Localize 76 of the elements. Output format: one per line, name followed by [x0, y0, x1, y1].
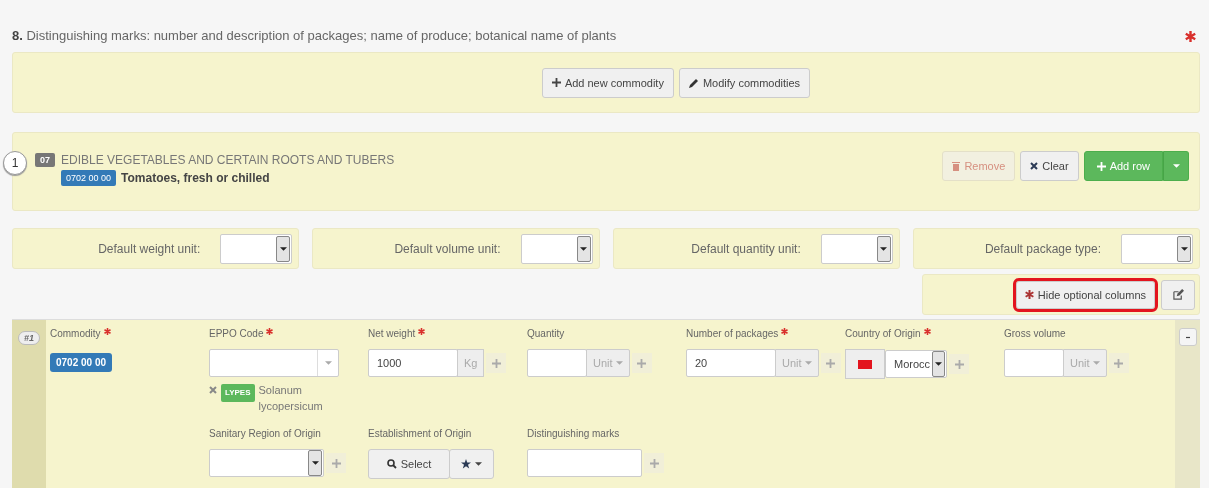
favorites-dropdown[interactable]: [449, 449, 494, 479]
row-number: #1: [18, 331, 40, 345]
toolbar-button[interactable]: Modify commodities: [678, 67, 811, 98]
field-label: Sanitary Region of Origin: [209, 428, 321, 441]
input-field[interactable]: [527, 449, 642, 477]
commodity-number: 1: [3, 151, 27, 175]
field-label: Country of Origin: [845, 328, 921, 341]
plus-icon: [331, 458, 341, 468]
remove-icon[interactable]: [209, 386, 217, 394]
unit-addon: Kg: [457, 349, 485, 377]
caret-icon: [1180, 246, 1188, 251]
caret-icon: [615, 361, 623, 365]
input-field[interactable]: [1004, 349, 1064, 377]
eppo-tag: LYPES: [221, 384, 255, 402]
chapter-title: EDIBLE VEGETABLES AND CERTAIN ROOTS AND TUBERS: [61, 153, 395, 167]
select-field[interactable]: [220, 233, 293, 264]
field-label: Net weight: [368, 328, 416, 341]
select-button[interactable]: Select: [368, 449, 450, 479]
commodity-code-badge: 0702 00 00: [61, 170, 117, 186]
net-weight-field[interactable]: 1000: [368, 349, 458, 377]
caret-icon: [1172, 164, 1180, 168]
caret-icon: [279, 246, 287, 251]
field-label: Establishment of Origin: [368, 428, 472, 441]
plant-name: Solanum lycopersicum: [258, 383, 324, 414]
plus-icon: [1096, 161, 1106, 171]
add-row-dropdown[interactable]: [1163, 151, 1189, 181]
clear-button[interactable]: Clear: [1020, 151, 1079, 181]
caret-icon: [475, 462, 482, 466]
plus-icon: [826, 358, 836, 368]
field-label: Number of packages: [686, 328, 779, 341]
field-label: Gross volume: [1004, 328, 1066, 341]
select-field[interactable]: [1121, 233, 1193, 264]
hide-optional-columns-button[interactable]: Hide optional columns: [1015, 280, 1155, 309]
close-icon: [1030, 162, 1039, 170]
plus-icon: [649, 458, 659, 468]
caret-icon: [324, 361, 332, 365]
plus-icon: [954, 359, 964, 369]
field-label: Default package type:: [984, 241, 1101, 256]
field-label: Default quantity unit:: [691, 241, 801, 256]
star-icon: [461, 459, 471, 469]
select-field[interactable]: [520, 233, 593, 264]
field-label: Distinguishing marks: [527, 428, 620, 441]
plus-icon: [637, 358, 647, 368]
caret-icon: [311, 461, 319, 465]
input-field[interactable]: [527, 349, 587, 377]
commodity-name: Tomatoes, fresh or chilled: [121, 171, 270, 185]
field-label: Commodity: [50, 328, 101, 341]
field-label: EPPO Code: [209, 328, 264, 341]
toolbar-button[interactable]: Add new commodity: [541, 67, 674, 98]
country-select[interactable]: Morocc: [885, 350, 947, 378]
field-label: Quantity: [527, 328, 565, 341]
edit-icon: [1172, 289, 1184, 300]
eppo-code-field[interactable]: [209, 349, 339, 377]
plus-icon: [551, 78, 561, 87]
field-label: Default volume unit:: [394, 241, 501, 256]
minus-icon: [1185, 335, 1190, 339]
caret-icon: [935, 362, 943, 366]
search-icon: [386, 459, 397, 469]
input-field[interactable]: 20: [686, 349, 776, 377]
plus-icon: [491, 358, 501, 368]
asterisk-icon: [1024, 290, 1034, 299]
pencil-icon: [688, 77, 699, 88]
caret-icon: [880, 246, 888, 251]
edit-button[interactable]: [1161, 279, 1195, 310]
caret-icon: [1092, 361, 1100, 365]
select-field[interactable]: [820, 233, 893, 264]
chapter-badge: 07: [35, 153, 55, 167]
section-title: 8. Distinguishing marks: number and description of packages; name of produce; botanical name of plants: [12, 27, 617, 43]
flag-icon: [858, 359, 872, 369]
trash-icon: [952, 161, 961, 171]
plus-icon: [1114, 358, 1124, 368]
caret-icon: [804, 361, 812, 365]
commodity-code-badge: 0702 00 00: [50, 353, 113, 372]
select-field[interactable]: [209, 449, 324, 477]
caret-icon: [580, 246, 587, 251]
field-label: Default weight unit:: [98, 241, 201, 256]
